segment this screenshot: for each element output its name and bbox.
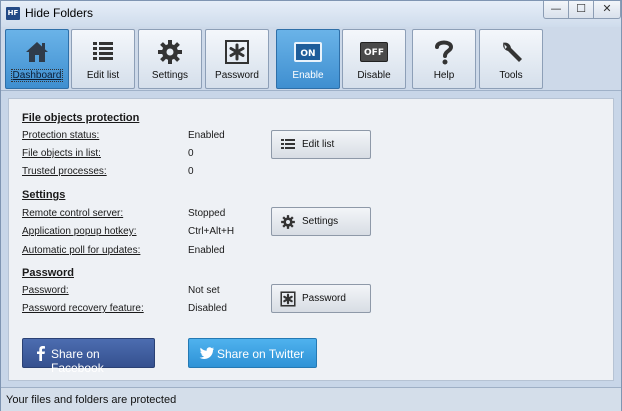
toolbar-enable-label: Enable	[292, 70, 324, 81]
remote-control-server-value: Stopped	[188, 208, 226, 219]
list-icon	[280, 137, 296, 153]
toolbar-edit-list-button[interactable]: Edit list	[71, 29, 135, 89]
section-title-settings: Settings	[22, 189, 66, 201]
off-badge: OFF	[360, 42, 388, 62]
share-facebook-label: Share on Facebook	[51, 347, 104, 375]
toolbar-dashboard-label: Dashboard	[11, 69, 63, 82]
edit-list-button-label: Edit list	[302, 139, 335, 150]
protection-status-label[interactable]: Protection status:	[22, 130, 99, 141]
title-bar[interactable]: HF Hide Folders — ☐ ✕	[1, 1, 621, 27]
toolbar-tools-label: Tools	[499, 70, 523, 81]
settings-button-label: Settings	[302, 216, 339, 227]
toolbar-disable-label: Disable	[357, 70, 391, 81]
toolbar-password-button[interactable]: Password	[205, 29, 269, 89]
password-value: Not set	[188, 285, 220, 296]
password-recovery-label[interactable]: Password recovery feature:	[22, 303, 144, 314]
edit-list-button[interactable]: Edit list	[271, 130, 371, 159]
toolbar-disable-button[interactable]: OFF Disable	[342, 29, 406, 89]
minimize-button[interactable]: —	[543, 1, 569, 19]
toolbar-enable-button[interactable]: ON Enable	[276, 29, 340, 89]
share-facebook-button[interactable]: Share on Facebook	[22, 338, 155, 375]
toolbar-tools-button[interactable]: Tools	[479, 29, 543, 89]
gear-icon	[139, 38, 201, 66]
section-title-protection: File objects protection	[22, 112, 140, 124]
main-toolbar: Dashboard Edit list Settings Password ON…	[1, 27, 621, 91]
toolbar-edit-list-label: Edit list	[86, 70, 120, 81]
app-logo-icon: HF	[6, 7, 20, 20]
off-switch-icon: OFF	[343, 38, 405, 66]
toolbar-dashboard-button[interactable]: Dashboard	[5, 29, 69, 89]
protection-status-value: Enabled	[188, 130, 225, 141]
trusted-processes-label[interactable]: Trusted processes:	[22, 166, 107, 177]
password-recovery-value: Disabled	[188, 303, 227, 314]
share-twitter-label: Share on Twitter	[217, 347, 305, 361]
dashboard-panel: File objects protection Protection statu…	[8, 98, 614, 381]
auto-poll-updates-value: Enabled	[188, 245, 225, 256]
twitter-bird-icon	[198, 344, 216, 362]
home-icon	[6, 38, 68, 66]
toolbar-help-label: Help	[433, 70, 455, 81]
password-label[interactable]: Password:	[22, 285, 69, 296]
popup-hotkey-value: Ctrl+Alt+H	[188, 226, 235, 237]
password-button-label: Password	[302, 293, 346, 304]
maximize-button[interactable]: ☐	[568, 1, 594, 19]
asterisk-icon	[206, 38, 268, 66]
toolbar-settings-button[interactable]: Settings	[138, 29, 202, 89]
toolbar-settings-label: Settings	[151, 70, 189, 81]
section-title-password: Password	[22, 267, 74, 279]
wrench-icon	[480, 38, 542, 66]
status-bar: Your files and folders are protected	[1, 387, 621, 411]
gear-icon	[280, 214, 296, 230]
password-button[interactable]: Password	[271, 284, 371, 313]
trusted-processes-value: 0	[188, 166, 194, 177]
popup-hotkey-label[interactable]: Application popup hotkey:	[22, 226, 137, 237]
file-objects-value: 0	[188, 148, 194, 159]
facebook-icon	[32, 344, 50, 362]
on-badge: ON	[294, 42, 322, 62]
app-window: HF Hide Folders — ☐ ✕ Dashboard Edit lis…	[0, 0, 622, 411]
list-icon	[72, 38, 134, 66]
on-switch-icon: ON	[277, 38, 339, 66]
close-button[interactable]: ✕	[593, 1, 621, 19]
settings-button[interactable]: Settings	[271, 207, 371, 236]
share-twitter-button[interactable]: Share on Twitter	[188, 338, 317, 368]
window-title: Hide Folders	[25, 6, 94, 20]
status-text: Your files and folders are protected	[6, 394, 177, 406]
toolbar-password-label: Password	[215, 70, 259, 81]
remote-control-server-label[interactable]: Remote control server:	[22, 208, 123, 219]
toolbar-help-button[interactable]: Help	[412, 29, 476, 89]
question-icon	[413, 38, 475, 66]
file-objects-label[interactable]: File objects in list:	[22, 148, 101, 159]
auto-poll-updates-label[interactable]: Automatic poll for updates:	[22, 245, 140, 256]
asterisk-icon	[280, 291, 296, 307]
